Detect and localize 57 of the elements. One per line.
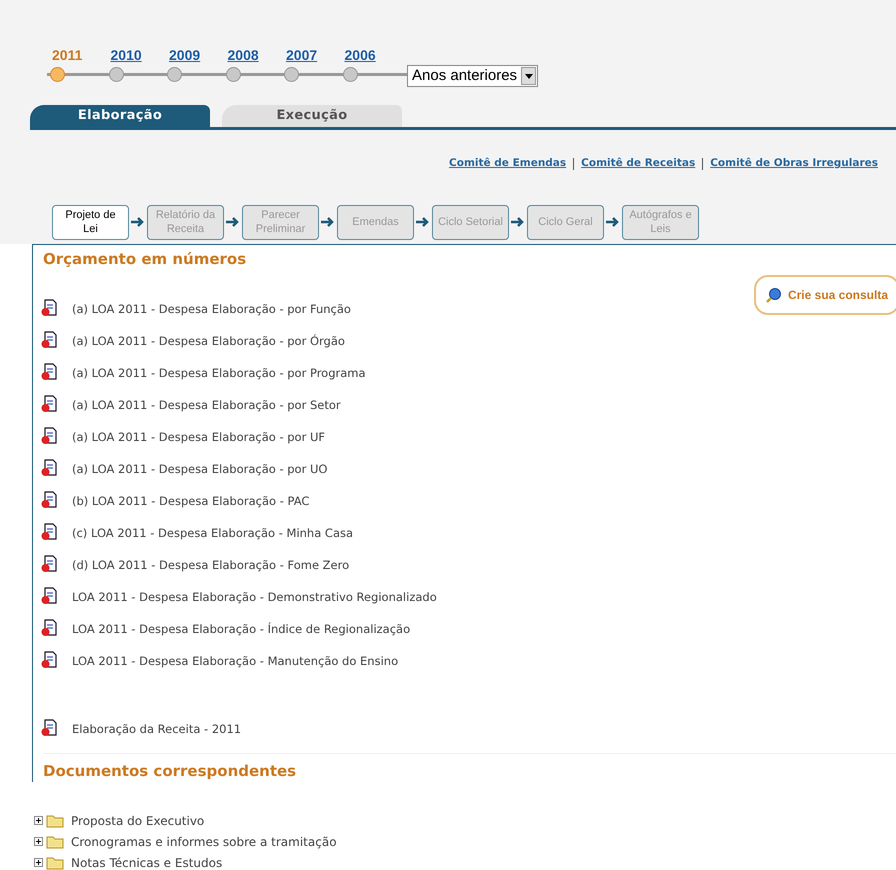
report-link[interactable]: Elaboração da Receita - 2011 — [72, 721, 242, 738]
dropdown-caret-icon — [521, 67, 536, 85]
report-link[interactable]: LOA 2011 - Despesa Elaboração - Índice de Regionalização — [72, 621, 410, 638]
search-icon — [766, 287, 782, 303]
section-heading: Documentos correspondentes — [43, 760, 298, 782]
section-heading: Orçamento em números — [43, 249, 248, 270]
arrow-icon — [130, 216, 146, 228]
process-step[interactable]: Projeto de Lei — [52, 204, 129, 240]
document-icon — [41, 458, 57, 476]
document-icon — [41, 554, 57, 572]
report-link[interactable]: (c) LOA 2011 - Despesa Elaboração - Minha Casa — [72, 525, 354, 542]
arrow-icon — [225, 216, 241, 228]
folder-label[interactable]: Notas Técnicas e Estudos — [71, 854, 222, 870]
year-link[interactable]: 2009 — [169, 45, 200, 66]
arrow-icon — [605, 216, 621, 228]
report-link[interactable]: (a) LOA 2011 - Despesa Elaboração - por Órgão — [72, 333, 345, 350]
tree-toggle[interactable] — [34, 837, 43, 846]
report-link[interactable]: (b) LOA 2011 - Despesa Elaboração - PAC — [72, 493, 310, 510]
folder-icon — [46, 834, 64, 848]
arrow-icon — [415, 216, 431, 228]
tab[interactable]: Execução — [222, 105, 402, 127]
year-link[interactable]: 2010 — [110, 45, 142, 66]
report-link[interactable]: (a) LOA 2011 - Despesa Elaboração - por Programa — [72, 365, 366, 382]
report-link[interactable]: LOA 2011 - Despesa Elaboração - Manutenção do Ensino — [72, 653, 398, 670]
year-link[interactable]: 2007 — [286, 45, 318, 66]
committee-link[interactable]: Comitê de Emendas — [449, 156, 566, 172]
folder-icon — [46, 814, 64, 828]
document-icon — [41, 718, 57, 736]
year-link[interactable]: 2008 — [228, 45, 259, 66]
document-icon — [41, 586, 57, 604]
document-icon — [41, 394, 57, 412]
tree-toggle[interactable] — [34, 816, 43, 825]
report-link[interactable]: (d) LOA 2011 - Despesa Elaboração - Fome Zero — [72, 557, 350, 574]
report-link[interactable]: (a) LOA 2011 - Despesa Elaboração - por Setor — [72, 397, 341, 414]
document-icon — [41, 362, 57, 380]
folder-label[interactable]: Cronogramas e informes sobre a tramitação — [71, 832, 337, 850]
document-icon — [41, 650, 57, 668]
report-link[interactable]: (a) LOA 2011 - Despesa Elaboração - por UO — [72, 461, 328, 478]
committee-link[interactable]: Comitê de Receitas — [581, 156, 696, 172]
document-icon — [41, 490, 57, 508]
arrow-icon — [320, 216, 336, 228]
tree-toggle[interactable] — [34, 858, 43, 867]
year-link[interactable]: 2006 — [344, 45, 376, 66]
document-icon — [41, 522, 57, 540]
arrow-icon — [510, 216, 526, 228]
report-link[interactable]: (a) LOA 2011 - Despesa Elaboração - por UF — [72, 429, 325, 446]
report-link[interactable]: LOA 2011 - Despesa Elaboração - Demonstrativo Regionalizado — [72, 589, 437, 606]
document-icon — [41, 330, 57, 348]
document-icon — [41, 298, 57, 316]
year-select[interactable]: Anos anteriores — [407, 65, 538, 87]
committee-link[interactable]: Comitê de Obras Irregulares — [710, 156, 878, 172]
tab[interactable]: Elaboração — [30, 105, 210, 127]
folder-icon — [46, 856, 64, 870]
folder-label[interactable]: Proposta do Executivo — [71, 812, 204, 830]
document-icon — [41, 426, 57, 444]
report-link[interactable]: (a) LOA 2011 - Despesa Elaboração - por Função — [72, 301, 351, 318]
document-icon — [41, 618, 57, 636]
